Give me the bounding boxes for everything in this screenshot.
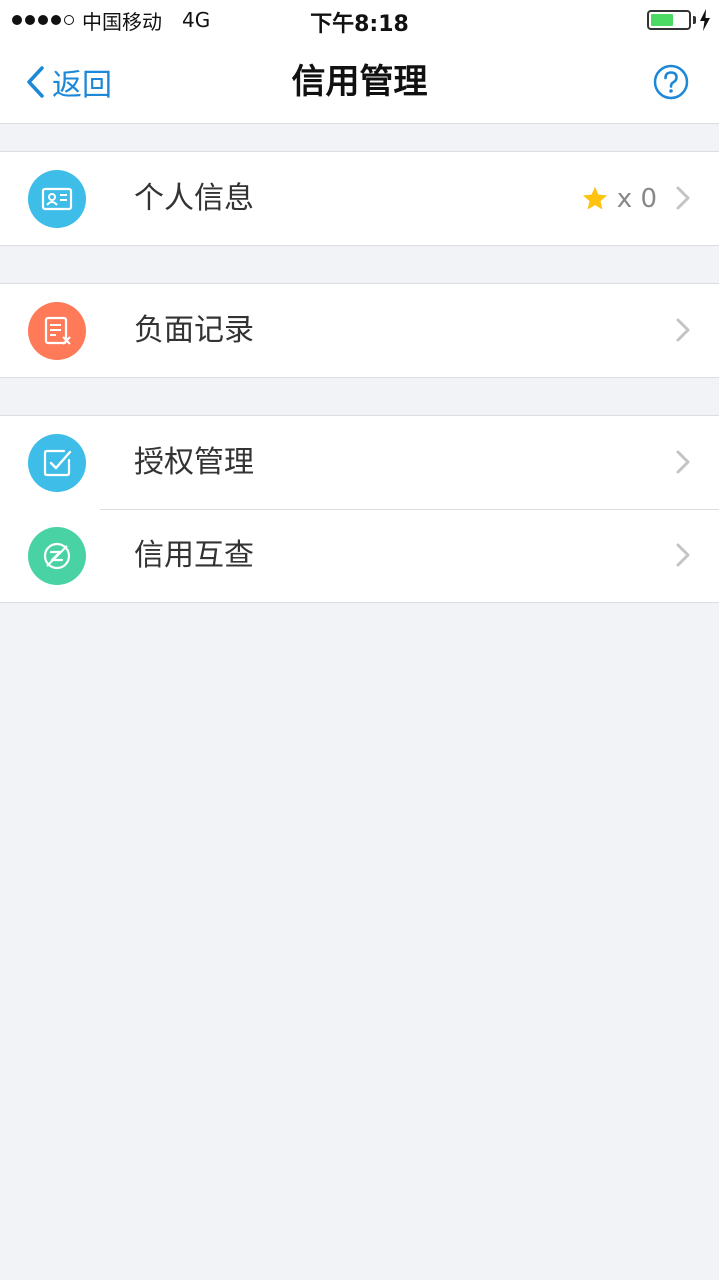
star-icon — [582, 186, 607, 209]
badge-count: x 0 — [616, 183, 657, 214]
screen: 中国移动 4G 下午8:18 返回 信用管理 个人信息 x 0 负面记录 授权管… — [0, 0, 719, 1280]
group-negative: 负面记录 — [0, 283, 719, 378]
status-bar: 中国移动 4G 下午8:18 — [0, 0, 719, 40]
menu-item-authorization[interactable]: 授权管理 — [0, 416, 719, 509]
navigation-bar: 返回 信用管理 — [0, 40, 719, 124]
question-circle-icon[interactable] — [653, 64, 689, 100]
group-personal: 个人信息 x 0 — [0, 151, 719, 246]
group-authorization: 授权管理 信用互查 — [0, 415, 719, 603]
chevron-right-icon — [676, 450, 690, 474]
battery-cap — [693, 16, 696, 24]
menu-item-label: 个人信息 — [134, 181, 254, 216]
menu-item-label: 负面记录 — [134, 313, 254, 348]
id-card-icon — [28, 170, 86, 228]
chevron-right-icon — [676, 318, 690, 342]
chevron-right-icon — [676, 543, 690, 567]
menu-item-label: 信用互查 — [134, 538, 254, 573]
menu-item-negative-records[interactable]: 负面记录 — [0, 284, 719, 377]
menu-item-label: 授权管理 — [134, 445, 254, 480]
charging-bolt-icon — [700, 9, 710, 31]
battery-icon — [647, 10, 691, 30]
menu-item-personal-info[interactable]: 个人信息 x 0 — [0, 152, 719, 245]
record-x-icon — [28, 302, 86, 360]
status-time: 下午8:18 — [310, 12, 409, 37]
mutual-check-icon — [28, 527, 86, 585]
page-title: 信用管理 — [291, 62, 428, 102]
check-edit-icon — [28, 434, 86, 492]
menu-item-mutual-credit-check[interactable]: 信用互查 — [0, 509, 719, 602]
chevron-right-icon — [676, 186, 690, 210]
rating-badge: x 0 — [581, 152, 657, 245]
